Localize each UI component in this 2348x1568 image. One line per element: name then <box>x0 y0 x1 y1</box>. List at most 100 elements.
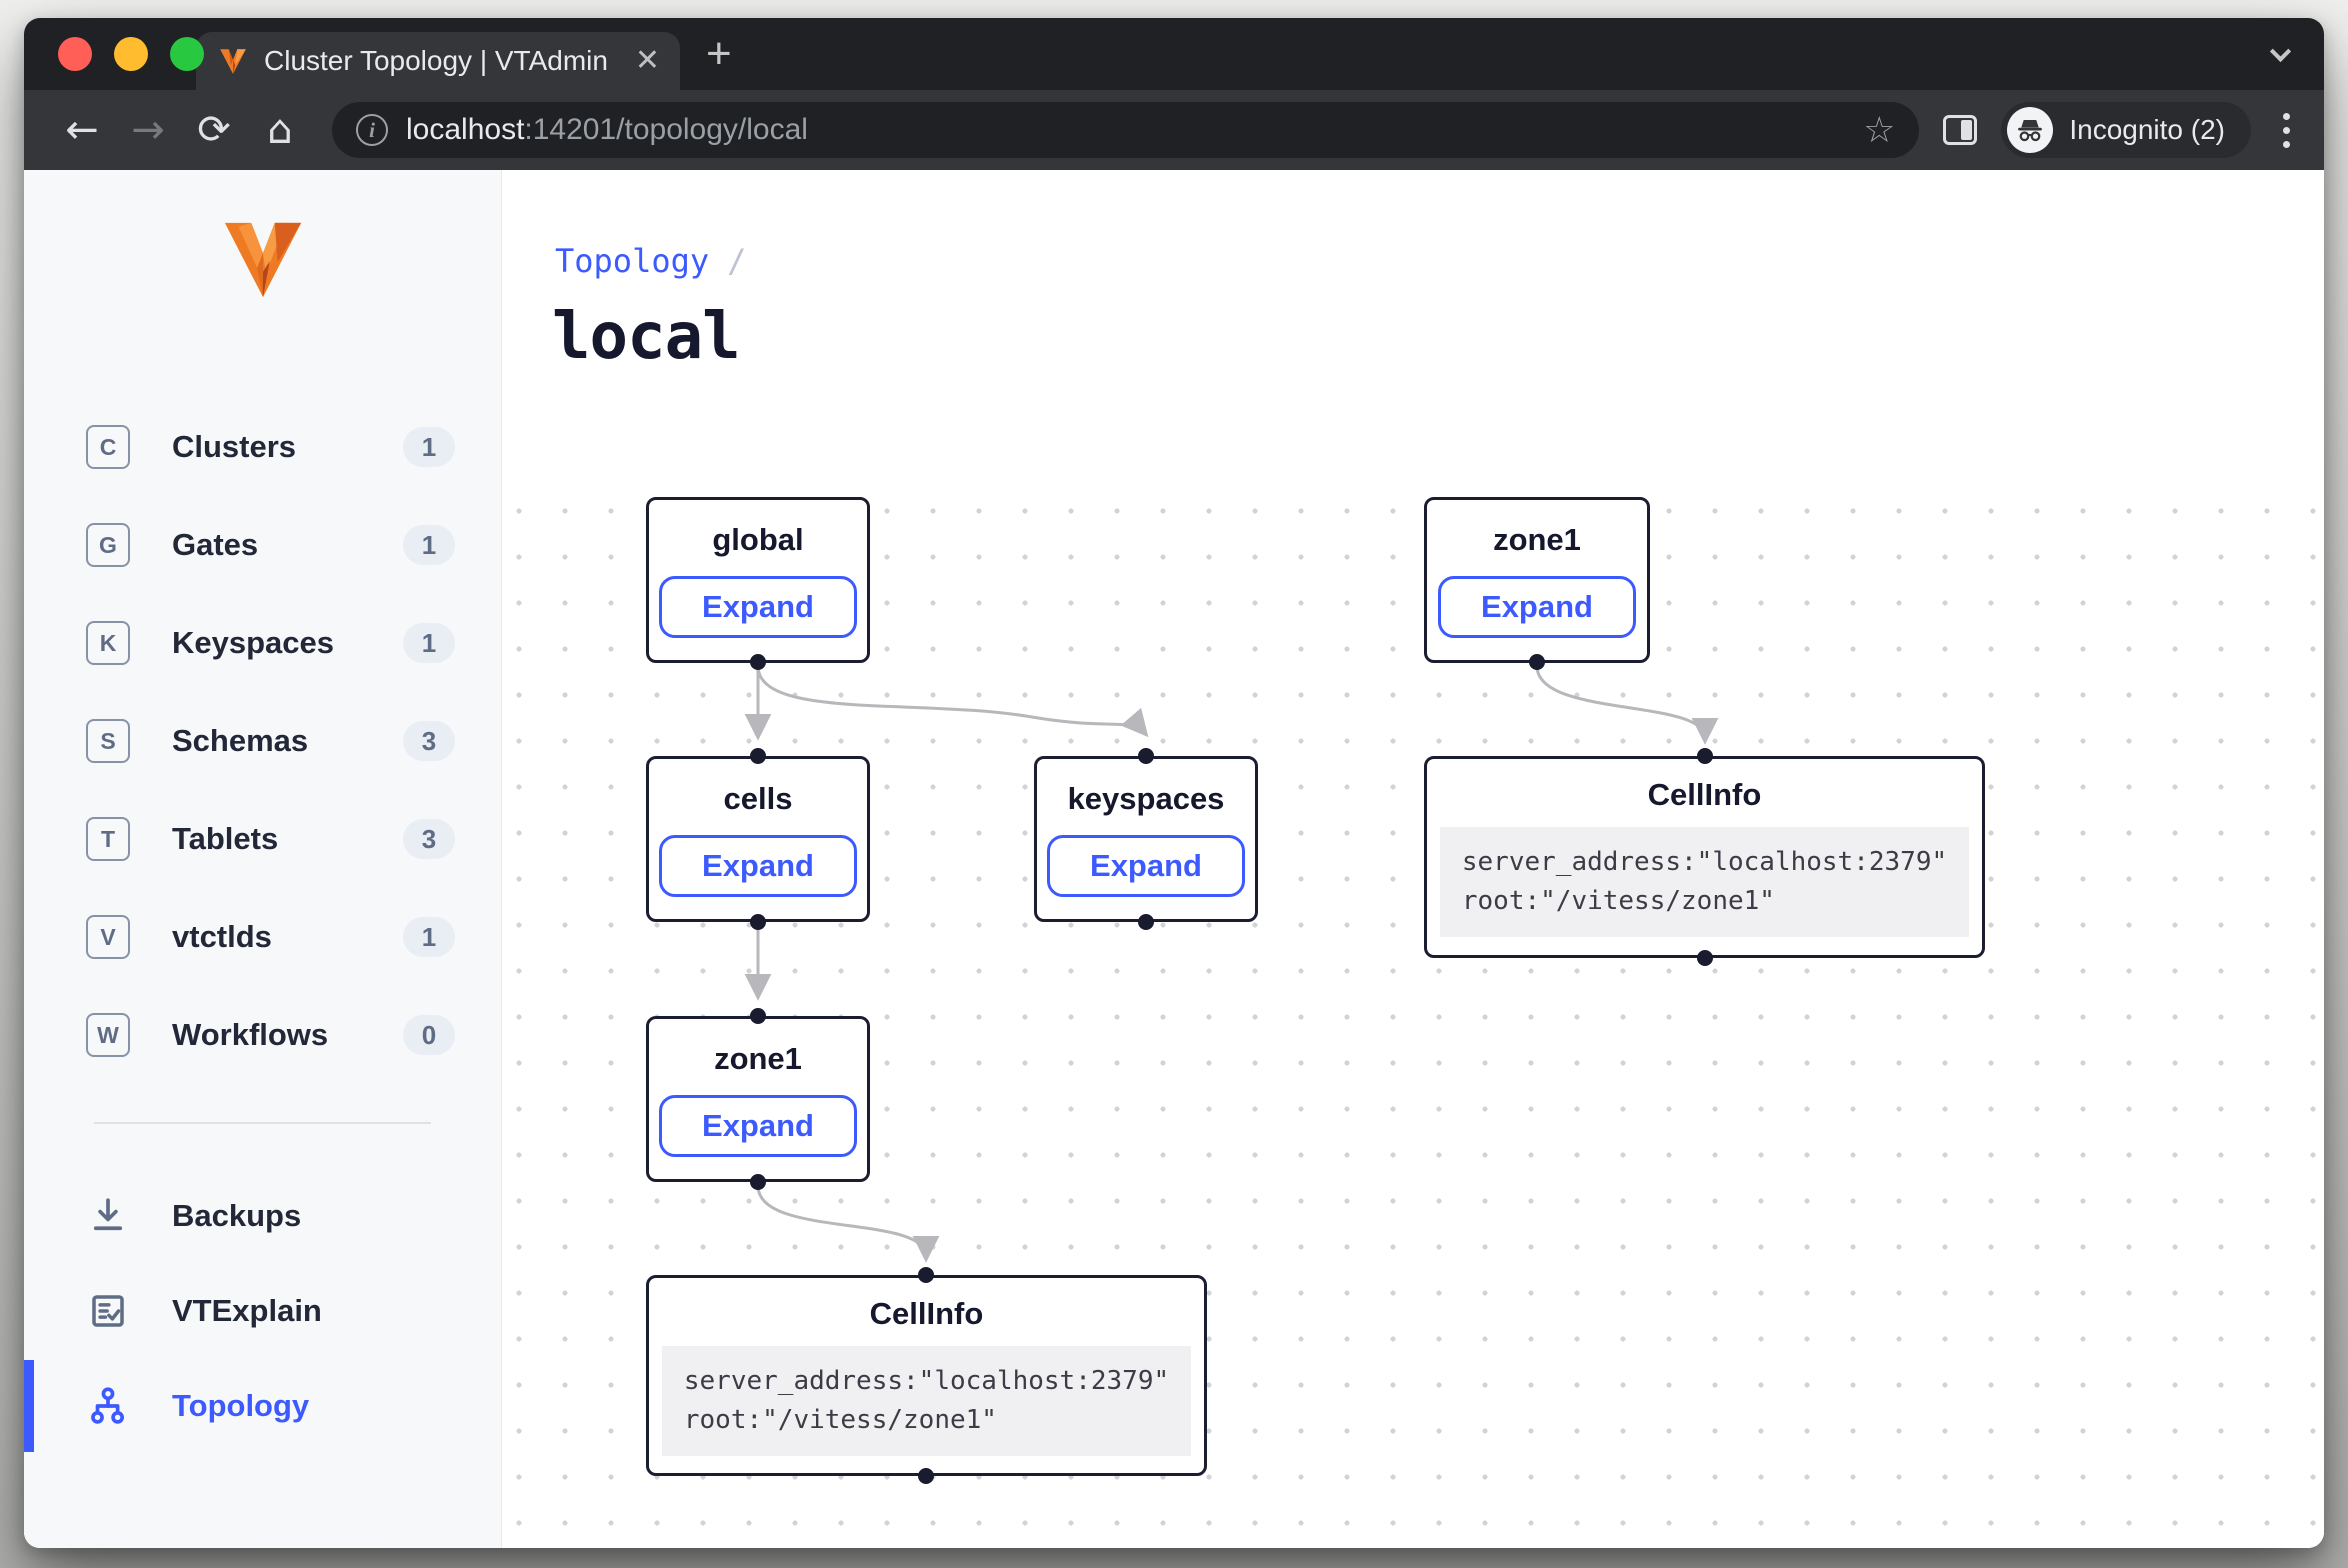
tablets-icon: T <box>86 817 130 861</box>
topology-graph-canvas[interactable]: global Expand zone1 Expand cells Expand … <box>502 470 2324 1548</box>
expand-button[interactable]: Expand <box>659 835 857 897</box>
tab-search-chevron-icon[interactable] <box>2270 41 2291 62</box>
sidebar-item-label: vtctlds <box>172 919 361 955</box>
incognito-label: Incognito (2) <box>2069 114 2225 146</box>
edge-zone1top-cellinfo-right <box>1537 666 1705 738</box>
count-badge: 1 <box>403 623 455 663</box>
sidebar-item-workflows[interactable]: W Workflows 0 <box>24 986 501 1084</box>
topology-node-cellinfo-bottom: CellInfo server_address:"localhost:2379"… <box>646 1275 1207 1476</box>
active-nav-indicator <box>24 1360 34 1452</box>
close-tab-icon[interactable]: ✕ <box>635 46 660 76</box>
count-badge: 1 <box>403 427 455 467</box>
side-panel-icon[interactable] <box>1943 115 1977 145</box>
url-host: localhost <box>406 113 524 146</box>
tab-title: Cluster Topology | VTAdmin <box>264 45 619 77</box>
topology-node-keyspaces: keyspaces Expand <box>1034 756 1258 922</box>
forward-button: → <box>120 102 176 158</box>
sidebar-item-label: VTExplain <box>172 1293 455 1329</box>
gates-icon: G <box>86 523 130 567</box>
breadcrumb-topology-link[interactable]: Topology <box>555 242 709 280</box>
sidebar-item-label: Workflows <box>172 1017 361 1053</box>
schemas-icon: S <box>86 719 130 763</box>
vitess-favicon <box>218 46 248 76</box>
browser-window: Cluster Topology | VTAdmin ✕ + ← → ⟳ ⌂ i… <box>24 18 2324 1548</box>
minimize-window-button[interactable] <box>114 37 148 71</box>
sidebar-item-clusters[interactable]: C Clusters 1 <box>24 398 501 496</box>
sidebar-item-label: Tablets <box>172 821 361 857</box>
cellinfo-code: server_address:"localhost:2379" root:"/v… <box>1440 827 1969 937</box>
breadcrumb-separator: / <box>727 242 746 280</box>
sidebar-item-keyspaces[interactable]: K Keyspaces 1 <box>24 594 501 692</box>
topology-graph-icon <box>86 1385 130 1427</box>
url-text[interactable]: localhost:14201/topology/local <box>406 113 1845 147</box>
back-button[interactable]: ← <box>54 102 110 158</box>
workflows-icon: W <box>86 1013 130 1057</box>
node-title: keyspaces <box>1068 781 1225 817</box>
site-info-icon[interactable]: i <box>356 114 388 146</box>
sidebar-tools: Backups VTExplain <box>24 1168 501 1453</box>
url-path: :14201/topology/local <box>524 113 808 146</box>
sidebar-item-vtctlds[interactable]: V vtctlds 1 <box>24 888 501 986</box>
sidebar-item-label: Keyspaces <box>172 625 361 661</box>
close-window-button[interactable] <box>58 37 92 71</box>
sidebar-item-label: Schemas <box>172 723 361 759</box>
bookmark-star-icon[interactable]: ☆ <box>1863 110 1895 151</box>
sidebar-item-backups[interactable]: Backups <box>24 1168 501 1263</box>
sidebar-item-label: Topology <box>172 1388 455 1424</box>
count-badge: 3 <box>403 721 455 761</box>
keyspaces-icon: K <box>86 621 130 665</box>
clusters-icon: C <box>86 425 130 469</box>
count-badge: 1 <box>403 917 455 957</box>
expand-button[interactable]: Expand <box>659 576 857 638</box>
node-title: zone1 <box>714 1041 802 1077</box>
vitess-logo <box>24 216 501 304</box>
count-badge: 3 <box>403 819 455 859</box>
topology-node-zone1-top: zone1 Expand <box>1424 497 1650 663</box>
node-title: zone1 <box>1493 522 1581 558</box>
incognito-icon <box>2015 115 2045 145</box>
node-title: CellInfo <box>870 1296 984 1332</box>
incognito-avatar <box>2007 107 2053 153</box>
node-title: CellInfo <box>1648 777 1762 813</box>
node-title: cells <box>724 781 793 817</box>
edge-global-keyspaces <box>758 666 1144 732</box>
home-button[interactable]: ⌂ <box>252 102 308 158</box>
topology-node-global: global Expand <box>646 497 870 663</box>
tab-strip: Cluster Topology | VTAdmin ✕ + <box>24 18 2324 90</box>
cellinfo-code: server_address:"localhost:2379" root:"/v… <box>662 1346 1191 1456</box>
sidebar-item-vtexplain[interactable]: VTExplain <box>24 1263 501 1358</box>
sidebar-item-label: Backups <box>172 1198 455 1234</box>
browser-tab[interactable]: Cluster Topology | VTAdmin ✕ <box>196 32 680 90</box>
expand-button[interactable]: Expand <box>1438 576 1636 638</box>
expand-button[interactable]: Expand <box>659 1095 857 1157</box>
sidebar-item-topology[interactable]: Topology <box>24 1358 501 1453</box>
breadcrumb: Topology / <box>555 242 746 280</box>
browser-menu-icon[interactable] <box>2283 113 2290 148</box>
browser-toolbar: ← → ⟳ ⌂ i localhost:14201/topology/local… <box>24 90 2324 170</box>
vtctlds-icon: V <box>86 915 130 959</box>
page-title: local <box>552 300 740 374</box>
sidebar-nav: C Clusters 1 G Gates 1 K Keyspaces 1 S S… <box>24 398 501 1084</box>
new-tab-button[interactable]: + <box>706 18 732 90</box>
expand-button[interactable]: Expand <box>1047 835 1245 897</box>
backups-download-icon <box>86 1195 130 1237</box>
sidebar-item-label: Clusters <box>172 429 361 465</box>
window-controls <box>58 18 204 90</box>
main-content: Topology / local global Expand zone1 Expa… <box>502 170 2324 1548</box>
maximize-window-button[interactable] <box>170 37 204 71</box>
sidebar-item-schemas[interactable]: S Schemas 3 <box>24 692 501 790</box>
edge-zone1-cellinfo-bottom <box>758 1186 926 1256</box>
vtadmin-app: C Clusters 1 G Gates 1 K Keyspaces 1 S S… <box>24 170 2324 1548</box>
topology-node-cellinfo-right: CellInfo server_address:"localhost:2379"… <box>1424 756 1985 958</box>
incognito-badge[interactable]: Incognito (2) <box>2001 102 2251 158</box>
vtexplain-document-icon <box>86 1290 130 1332</box>
reload-button[interactable]: ⟳ <box>186 102 242 158</box>
topology-node-zone1-lower: zone1 Expand <box>646 1016 870 1182</box>
count-badge: 1 <box>403 525 455 565</box>
sidebar: C Clusters 1 G Gates 1 K Keyspaces 1 S S… <box>24 170 502 1548</box>
address-bar[interactable]: i localhost:14201/topology/local ☆ <box>332 102 1919 158</box>
sidebar-item-gates[interactable]: G Gates 1 <box>24 496 501 594</box>
sidebar-item-tablets[interactable]: T Tablets 3 <box>24 790 501 888</box>
topology-node-cells: cells Expand <box>646 756 870 922</box>
count-badge: 0 <box>403 1015 455 1055</box>
